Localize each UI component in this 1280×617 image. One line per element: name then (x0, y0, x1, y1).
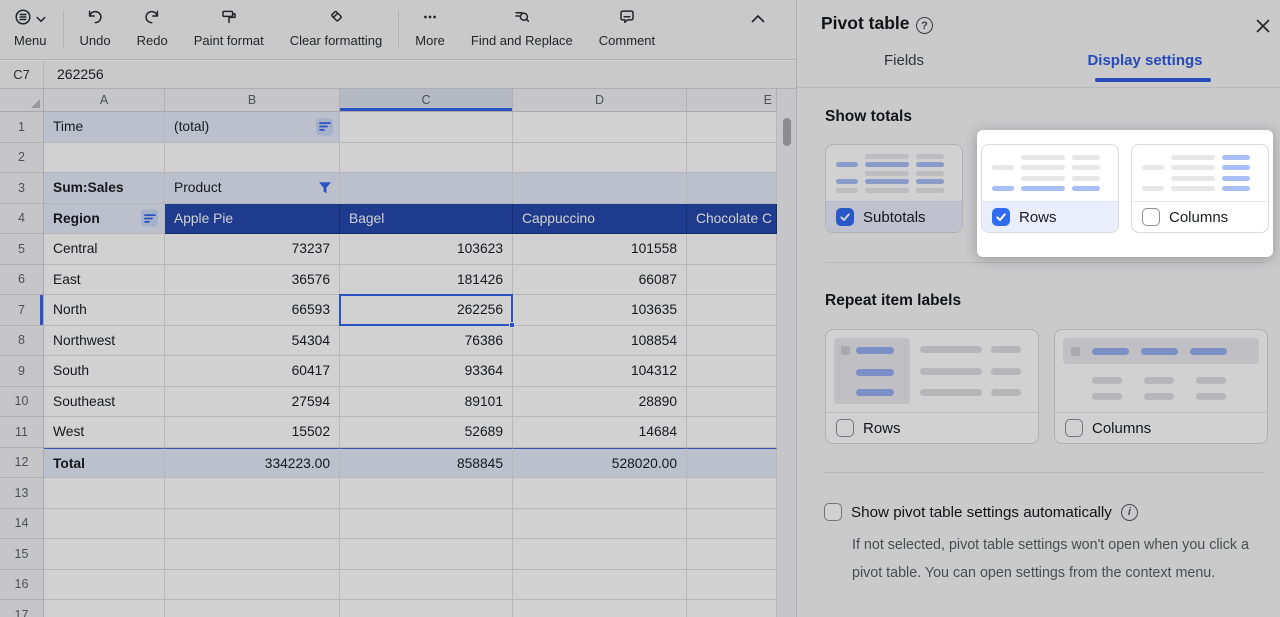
card-label: Rows (1019, 209, 1057, 226)
app-window: Menu Undo Redo Paint format Clear format… (0, 0, 1280, 617)
show-totals-columns-card[interactable]: Columns (1131, 144, 1269, 233)
dim-overlay (0, 0, 1280, 617)
card-thumbnail (1132, 145, 1268, 201)
rows-checkbox[interactable] (992, 208, 1010, 226)
card-thumbnail (982, 145, 1118, 201)
spotlight-highlight: Rows Columns (977, 130, 1273, 257)
card-label: Columns (1169, 209, 1228, 226)
columns-checkbox[interactable] (1142, 208, 1160, 226)
show-totals-rows-card[interactable]: Rows (981, 144, 1119, 233)
